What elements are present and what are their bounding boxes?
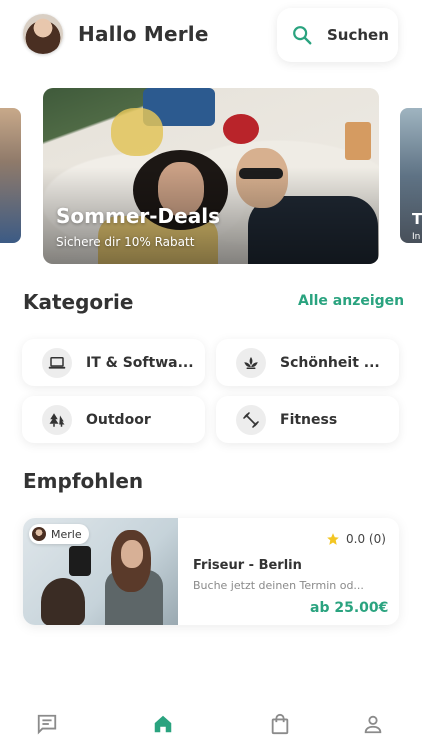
category-label: Schönheit ...: [280, 354, 380, 371]
next-card-title: T: [412, 210, 422, 228]
recommended-card[interactable]: Merle 0.0 (0) Friseur - Berlin Buche jet…: [23, 518, 399, 625]
banner-subtitle: Sichere dir 10% Rabatt: [56, 235, 195, 249]
avatar[interactable]: [23, 14, 63, 54]
categories-title: Kategorie: [23, 290, 134, 314]
carousel-card-next[interactable]: T In: [400, 108, 422, 243]
category-label: Fitness: [280, 411, 338, 428]
provider-name: Merle: [51, 527, 82, 541]
dumbbell-icon: [236, 404, 266, 435]
rating: 0.0 (0): [326, 532, 386, 546]
tab-orders[interactable]: [268, 712, 292, 736]
tab-profile[interactable]: [361, 712, 385, 736]
category-fitness[interactable]: Fitness: [216, 396, 399, 443]
search-icon: [293, 26, 312, 45]
service-image-client: [41, 578, 85, 625]
promo-banner-card[interactable]: Sommer-Deals Sichere dir 10% Rabatt: [43, 88, 379, 264]
trees-icon: [42, 404, 72, 435]
service-price: ab 25.00€: [310, 600, 389, 616]
see-all-link[interactable]: Alle anzeigen: [298, 293, 404, 309]
service-image-stylist-face: [121, 540, 143, 568]
tab-chat[interactable]: [35, 712, 59, 736]
lotus-icon: [236, 347, 266, 378]
service-title: Friseur - Berlin: [193, 558, 302, 573]
bottom-tab-bar: [0, 700, 422, 750]
shopping-bag-icon: [271, 713, 289, 735]
star-icon: [327, 533, 339, 545]
service-image-hairdryer: [69, 546, 91, 576]
promo-carousel[interactable]: Sommer-Deals Sichere dir 10% Rabatt T In: [0, 88, 422, 266]
greeting-title: Hallo Merle: [78, 22, 209, 46]
search-button[interactable]: Suchen: [277, 8, 398, 62]
service-image: Merle: [23, 518, 178, 625]
tab-home[interactable]: [151, 712, 175, 736]
provider-avatar: [32, 527, 46, 541]
next-card-subtitle: In: [412, 232, 421, 242]
rating-value: 0.0 (0): [346, 532, 386, 546]
category-label: IT & Softwa...: [86, 354, 194, 371]
provider-badge[interactable]: Merle: [29, 524, 89, 544]
service-description: Buche jetzt deinen Termin od...: [193, 579, 364, 592]
category-it-software[interactable]: IT & Softwa...: [22, 339, 205, 386]
recommended-title: Empfohlen: [23, 469, 144, 493]
home-icon: [154, 715, 172, 733]
carousel-card-previous[interactable]: [0, 108, 21, 243]
chat-icon: [37, 714, 57, 735]
category-label: Outdoor: [86, 411, 151, 428]
category-outdoor[interactable]: Outdoor: [22, 396, 205, 443]
person-icon: [364, 715, 382, 734]
banner-title: Sommer-Deals: [56, 204, 220, 228]
header: Hallo Merle Suchen: [0, 0, 422, 72]
search-label: Suchen: [327, 26, 389, 44]
laptop-icon: [42, 347, 72, 378]
category-beauty[interactable]: Schönheit ...: [216, 339, 399, 386]
